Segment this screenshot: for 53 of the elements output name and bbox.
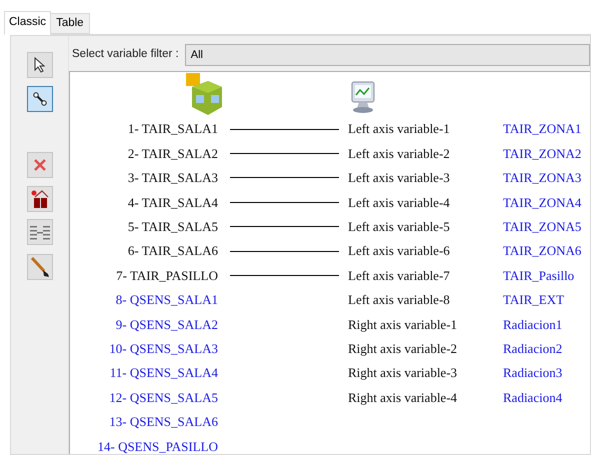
- target-variable: TAIR_ZONA4: [503, 194, 582, 212]
- target-variable: Radiacion3: [503, 364, 562, 382]
- source-variable[interactable]: 12- QSENS_SALA5: [109, 388, 218, 408]
- axis-variable[interactable]: Right axis variable-2: [348, 338, 503, 358]
- target-variable: TAIR_ZONA2: [503, 144, 582, 163]
- axis-variable[interactable]: Left axis variable-4: [348, 192, 503, 212]
- axis-variable[interactable]: Left axis variable-2: [348, 144, 503, 164]
- tab[interactable]: Classic: [4, 11, 52, 35]
- close-icon: [32, 157, 48, 173]
- connector-icon: [32, 91, 48, 107]
- source-variable[interactable]: 8- QSENS_SALA1: [116, 290, 218, 310]
- monitor-icon: [350, 81, 376, 115]
- axis-variable[interactable]: Left axis variable-6: [348, 241, 503, 261]
- source-variable[interactable]: 3- TAIR_SALA3: [128, 168, 218, 188]
- source-variable[interactable]: 4- TAIR_SALA4: [128, 192, 218, 212]
- tool-button[interactable]: [26, 254, 52, 280]
- source-variable[interactable]: 9- QSENS_SALA2: [116, 314, 218, 334]
- source-variable[interactable]: 10- QSENS_SALA3: [109, 338, 218, 358]
- axis-variable[interactable]: Left axis variable-3: [348, 168, 503, 188]
- target-variable: TAIR_EXT: [503, 291, 564, 310]
- source-variable[interactable]: 7- TAIR_PASILLO: [116, 266, 218, 286]
- target-variable: Radiacion4: [503, 388, 562, 407]
- tool-button[interactable]: [26, 52, 52, 78]
- brush-icon: [30, 257, 50, 277]
- axis-variable[interactable]: Left axis variable-5: [348, 217, 503, 236]
- filter-label: Select variable filter :: [72, 47, 179, 62]
- tool-button[interactable]: [26, 86, 52, 112]
- axis-variable[interactable]: Left axis variable-7: [348, 266, 503, 286]
- source-variable[interactable]: 13- QSENS_SALA6: [109, 412, 218, 432]
- axis-variable[interactable]: Right axis variable-3: [348, 363, 503, 383]
- target-variable: Radiacion2: [503, 340, 562, 358]
- axis-variable[interactable]: Left axis variable-8: [348, 290, 503, 310]
- pointer-icon: [32, 57, 46, 73]
- target-variable: TAIR_ZONA5: [503, 218, 582, 236]
- source-variable[interactable]: 1- TAIR_SALA1: [128, 119, 218, 139]
- source-variable[interactable]: 11- QSENS_SALA4: [110, 363, 218, 383]
- target-variable: TAIR_ZONA6: [503, 242, 582, 260]
- source-variable[interactable]: 6- TAIR_SALA6: [128, 241, 218, 261]
- axis-variable[interactable]: Left axis variable-1: [348, 119, 503, 139]
- source-variable[interactable]: 14- QSENS_PASILLO: [97, 436, 218, 454]
- tab[interactable]: Table: [51, 13, 90, 34]
- axis-variable[interactable]: Right axis variable-1: [348, 314, 503, 334]
- axis-variable[interactable]: Right axis variable-4: [348, 388, 503, 408]
- source-variable[interactable]: 5- TAIR_SALA5: [128, 217, 218, 236]
- bin-icon: [30, 189, 50, 209]
- target-variable: TAIR_ZONA1: [503, 120, 582, 138]
- target-variable: Radiacion1: [503, 316, 562, 334]
- source-variable[interactable]: 2- TAIR_SALA2: [128, 144, 218, 164]
- tool-button[interactable]: [26, 186, 52, 212]
- align-icon: [30, 224, 50, 240]
- target-variable: TAIR_Pasillo: [503, 266, 574, 285]
- target-variable: TAIR_ZONA3: [503, 169, 582, 188]
- filter-dropdown[interactable]: All: [184, 44, 590, 66]
